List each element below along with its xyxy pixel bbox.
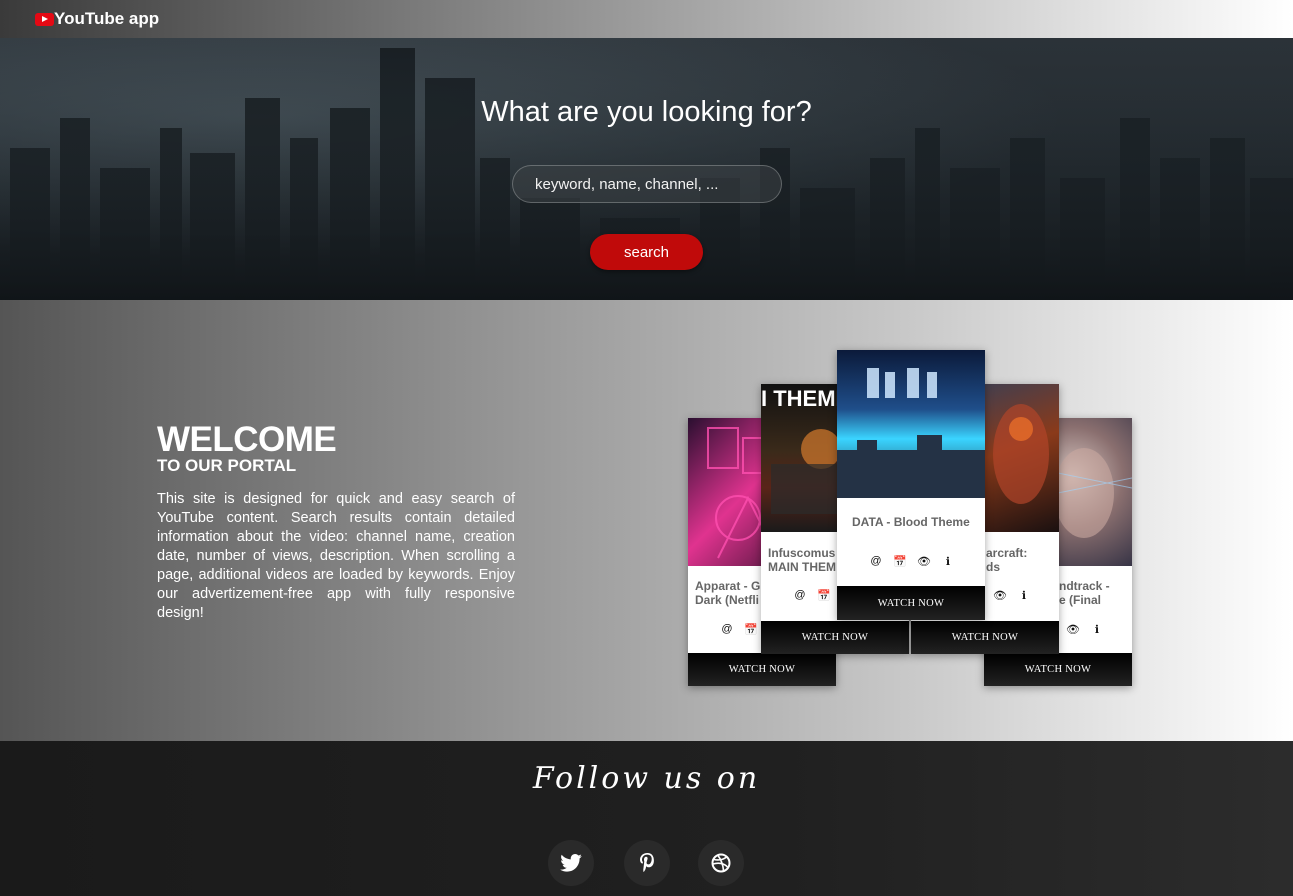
- pinterest-icon[interactable]: [624, 840, 670, 886]
- hero-section: What are you looking for? search: [0, 38, 1293, 300]
- dribbble-icon[interactable]: [698, 840, 744, 886]
- calendar-icon: 📅: [744, 624, 758, 636]
- video-title: arcraft: ds: [986, 546, 1028, 574]
- eye-icon: 👁: [1066, 624, 1080, 636]
- at-icon: @: [870, 555, 882, 567]
- welcome-description: This site is designed for quick and easy…: [157, 491, 515, 621]
- thumbnail-art: [837, 368, 985, 498]
- video-meta-icons: 👁 ℹ: [1066, 623, 1104, 636]
- follow-us-heading: Follow us on: [532, 761, 761, 796]
- info-icon: ℹ: [945, 556, 951, 568]
- watch-now-button[interactable]: WATCH NOW: [911, 621, 1059, 654]
- info-icon: ℹ: [1094, 624, 1100, 636]
- video-meta-icons: @ 📅 👁 ℹ: [869, 555, 955, 568]
- welcome-title: WELCOME: [157, 420, 337, 459]
- eye-icon: 👁: [993, 590, 1007, 602]
- video-thumbnail[interactable]: [837, 350, 985, 498]
- calendar-icon: 📅: [817, 590, 831, 602]
- hero-title: What are you looking for?: [481, 96, 812, 128]
- watch-now-button[interactable]: WATCH NOW: [984, 653, 1132, 686]
- search-input[interactable]: [512, 165, 782, 203]
- youtube-play-icon: [35, 12, 54, 26]
- brand-link[interactable]: YouTube app: [35, 9, 159, 29]
- info-icon: ℹ: [1021, 590, 1027, 602]
- welcome-subtitle: TO OUR PORTAL: [157, 456, 297, 475]
- video-meta-icons: @ 📅: [793, 589, 831, 602]
- watch-now-button[interactable]: WATCH NOW: [837, 586, 985, 620]
- at-icon: @: [721, 623, 733, 635]
- calendar-icon: 📅: [893, 556, 907, 568]
- top-bar: YouTube app: [0, 0, 1293, 38]
- footer: Follow us on: [0, 741, 1293, 896]
- video-title: DATA - Blood Theme: [852, 515, 970, 529]
- at-icon: @: [794, 589, 806, 601]
- video-card[interactable]: DATA - Blood Theme @ 📅 👁 ℹ WATCH NOW: [837, 350, 985, 620]
- watch-now-button[interactable]: WATCH NOW: [688, 653, 836, 686]
- search-button[interactable]: search: [590, 234, 703, 270]
- brand-title: YouTube app: [54, 9, 160, 28]
- twitter-icon[interactable]: [548, 840, 594, 886]
- watch-now-button[interactable]: WATCH NOW: [761, 621, 909, 654]
- video-meta-icons: @ 📅: [720, 623, 758, 636]
- video-meta-icons: 👁 ℹ: [993, 589, 1031, 602]
- video-title: ndtrack -e (Final: [1059, 579, 1110, 607]
- eye-icon: 👁: [917, 556, 931, 568]
